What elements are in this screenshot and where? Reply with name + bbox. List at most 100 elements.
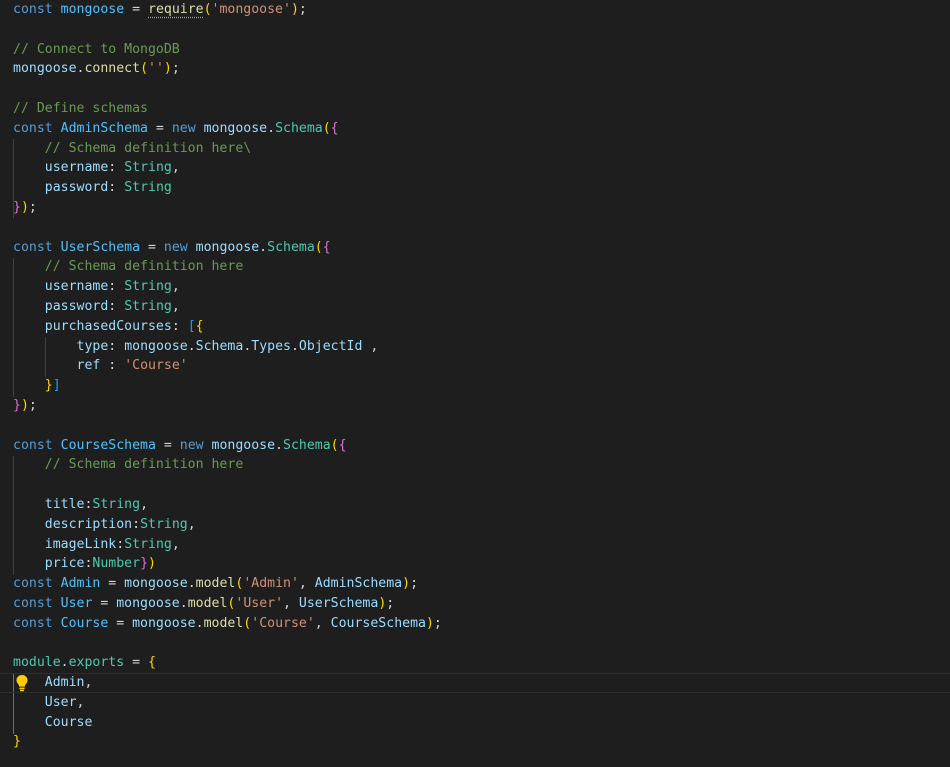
code-token: . [187, 338, 196, 354]
code-token: String [124, 536, 172, 552]
code-line[interactable]: description:String, [13, 515, 950, 535]
code-token: mongoose [211, 437, 276, 453]
code-token: ( [314, 239, 323, 255]
code-token: = [100, 576, 125, 592]
code-line[interactable]: username: String, [13, 158, 950, 178]
code-token: // Schema definition here [44, 259, 244, 275]
code-line[interactable]: const Course = mongoose.model('Course', … [13, 614, 950, 634]
code-line[interactable]: Admin, [0, 673, 950, 693]
code-token: , [171, 298, 180, 314]
code-token: mongoose [13, 61, 77, 77]
code-token: = [155, 437, 180, 453]
code-token: = [108, 615, 133, 631]
code-token: , [187, 516, 196, 532]
code-line[interactable]: }); [13, 396, 950, 416]
code-line[interactable] [13, 475, 950, 495]
code-line[interactable]: // Define schemas [13, 99, 950, 119]
code-token: Types [251, 338, 291, 354]
code-token: // Connect to MongoDB [13, 41, 180, 57]
code-token: model [195, 576, 236, 592]
code-token: = [147, 120, 172, 136]
code-token: { [330, 120, 339, 136]
code-token: ; [28, 397, 37, 413]
code-token: ( [140, 61, 149, 77]
code-token: ; [28, 199, 37, 215]
code-token: Schema [195, 338, 244, 354]
code-line[interactable]: } [13, 732, 950, 752]
code-line[interactable]: ref : 'Course' [13, 356, 950, 376]
code-line[interactable] [13, 416, 950, 436]
code-token: ( [203, 2, 212, 17]
code-token: '' [148, 61, 164, 77]
code-token: , [171, 279, 180, 295]
code-line[interactable]: type: mongoose.Schema.Types.ObjectId , [13, 337, 950, 357]
code-line[interactable]: // Schema definition here [13, 257, 950, 277]
code-token: title [44, 496, 85, 512]
code-line[interactable]: imageLink:String, [13, 535, 950, 555]
code-line[interactable] [13, 20, 950, 40]
code-editor[interactable]: const mongoose = require('mongoose'); //… [0, 0, 950, 767]
code-line[interactable] [13, 218, 950, 238]
lightbulb-icon[interactable] [15, 674, 29, 692]
code-line[interactable]: const mongoose = require('mongoose'); [13, 0, 950, 20]
code-line[interactable]: }); [13, 198, 950, 218]
code-token: purchasedCourses [44, 318, 172, 334]
code-token: ) [148, 556, 156, 572]
code-token: new [179, 437, 212, 453]
code-token: imageLink [44, 536, 117, 552]
code-line[interactable] [13, 79, 950, 99]
code-line[interactable]: mongoose.connect(''); [13, 59, 950, 79]
code-line[interactable]: password: String [13, 178, 950, 198]
code-token: 'Course' [251, 615, 315, 631]
code-line[interactable]: password: String, [13, 297, 950, 317]
code-line[interactable]: // Connect to MongoDB [13, 40, 950, 60]
code-token: . [60, 655, 69, 671]
code-token: Course [60, 615, 109, 631]
code-token: const [13, 437, 61, 453]
code-token: price [44, 556, 85, 572]
code-token: : [108, 338, 125, 354]
code-line[interactable]: }] [13, 376, 950, 396]
code-line[interactable]: module.exports = { [13, 653, 950, 673]
code-line[interactable]: User, [13, 693, 950, 713]
code-line[interactable] [13, 634, 950, 654]
code-token: type [76, 338, 109, 354]
code-token: . [290, 338, 299, 354]
code-token: , [283, 595, 299, 611]
code-token: String [92, 496, 141, 512]
code-line[interactable]: price:Number}) [13, 554, 950, 574]
code-token: . [195, 615, 204, 631]
code-line[interactable]: // Schema definition here\ [13, 139, 950, 159]
code-token: , [76, 694, 85, 710]
code-token: : [171, 318, 188, 334]
code-line[interactable]: username: String, [13, 277, 950, 297]
code-token: new [163, 239, 196, 255]
code-token: AdminSchema [60, 120, 148, 136]
code-line[interactable]: const User = mongoose.model('User', User… [13, 594, 950, 614]
code-token: } [44, 378, 53, 394]
code-token: password [44, 180, 109, 196]
code-token: } [13, 199, 21, 215]
code-token: User [44, 694, 77, 710]
code-token: , [362, 338, 379, 354]
code-lines[interactable]: const mongoose = require('mongoose'); //… [0, 0, 950, 752]
code-line[interactable]: const Admin = mongoose.model('Admin', Ad… [13, 574, 950, 594]
code-line[interactable]: Course [13, 713, 950, 733]
code-line[interactable]: purchasedCourses: [{ [13, 317, 950, 337]
code-token: = [92, 595, 117, 611]
code-token: UserSchema [298, 595, 379, 611]
code-line[interactable]: title:String, [13, 495, 950, 515]
code-line[interactable]: const AdminSchema = new mongoose.Schema(… [13, 119, 950, 139]
code-token: 'mongoose' [211, 2, 291, 17]
code-token: Schema [275, 120, 323, 136]
code-line[interactable]: const UserSchema = new mongoose.Schema({ [13, 238, 950, 258]
code-line[interactable]: const CourseSchema = new mongoose.Schema… [13, 436, 950, 456]
code-token: 'Admin' [243, 576, 299, 592]
code-line[interactable]: // Schema definition here [13, 455, 950, 475]
